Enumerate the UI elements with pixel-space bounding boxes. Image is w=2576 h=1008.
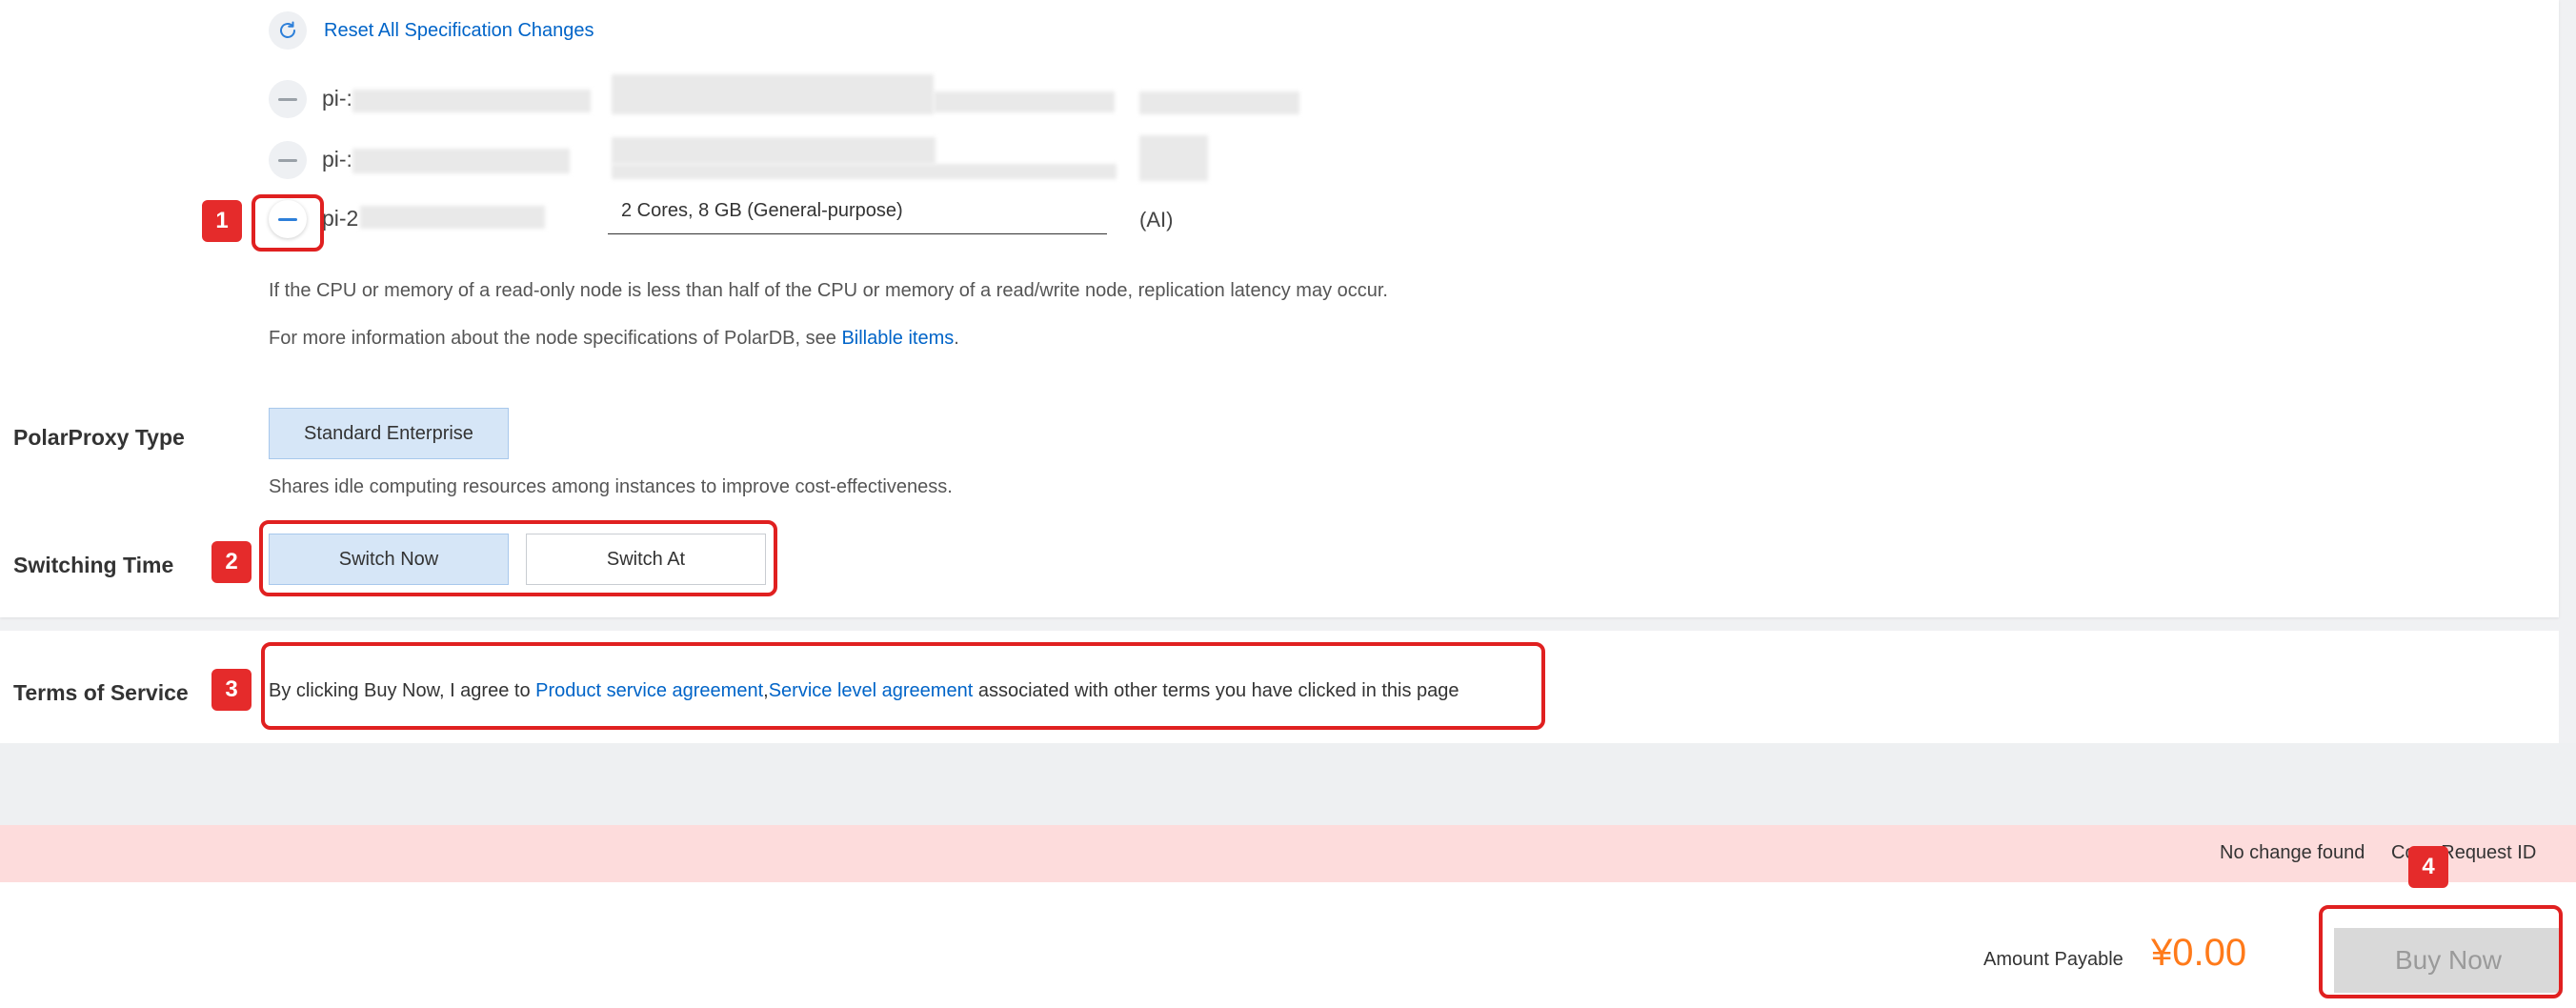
status-bar	[0, 825, 2576, 882]
remove-node-button[interactable]	[269, 141, 307, 179]
annotation-badge-3: 3	[211, 669, 252, 711]
annotation-box-1	[252, 194, 324, 252]
redacted-node-type	[1139, 135, 1208, 181]
redacted-node-spec	[612, 137, 936, 164]
node-name: pi-:	[322, 86, 352, 111]
billable-items-link[interactable]: Billable items	[841, 328, 954, 349]
reset-label: Reset All Specification Changes	[324, 19, 594, 41]
amount-payable-label: Amount Payable	[1983, 949, 2123, 970]
annotation-badge-4: 4	[2408, 846, 2448, 888]
proxy-option-standard-enterprise[interactable]: Standard Enterprise	[269, 408, 509, 459]
annotation-box-2	[259, 520, 777, 596]
polarproxy-type-label: PolarProxy Type	[13, 425, 185, 450]
reset-specification-changes[interactable]: Reset All Specification Changes	[269, 11, 594, 50]
note-prefix: For more information about the node spec…	[269, 328, 842, 349]
redacted-node-type	[1139, 91, 1299, 114]
redacted-node-id	[352, 149, 570, 173]
latency-note: If the CPU or memory of a read-only node…	[269, 280, 1388, 301]
annotation-box-4	[2319, 905, 2563, 998]
node-spec-select[interactable]: 2 Cores, 8 GB (General-purpose)	[608, 194, 1107, 234]
remove-node-button[interactable]	[269, 80, 307, 118]
annotation-box-3	[261, 642, 1545, 730]
minus-icon	[278, 97, 297, 101]
node-spec-info-note: For more information about the node spec…	[269, 328, 959, 350]
refresh-icon	[269, 11, 307, 50]
amount-payable-value: ¥0.00	[2151, 932, 2247, 974]
redacted-node-id	[360, 206, 545, 229]
annotation-badge-2: 2	[211, 541, 252, 583]
page-background-band	[0, 743, 2576, 825]
annotation-badge-1: 1	[202, 200, 242, 242]
minus-icon	[278, 158, 297, 162]
redacted-node-spec	[612, 74, 934, 114]
redacted-node-spec	[934, 91, 1115, 112]
status-message: No change found	[2220, 842, 2365, 863]
node-name: pi-:	[322, 147, 352, 171]
terms-of-service-label: Terms of Service	[13, 680, 189, 705]
switching-time-label: Switching Time	[13, 553, 174, 577]
proxy-description: Shares idle computing resources among in…	[269, 476, 953, 497]
node-type: (AI)	[1139, 208, 1174, 232]
note-suffix: .	[954, 328, 959, 349]
node-name: pi-2	[322, 206, 359, 231]
redacted-node-spec	[612, 164, 1117, 179]
redacted-node-id	[352, 90, 591, 112]
